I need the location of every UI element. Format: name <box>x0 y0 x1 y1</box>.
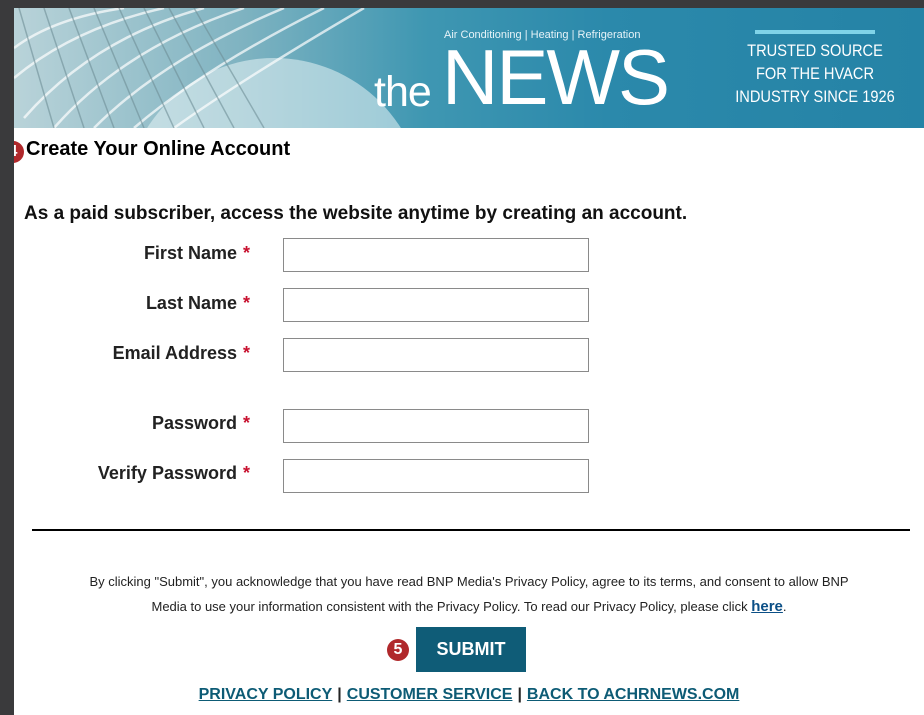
email-address-input[interactable] <box>283 338 589 372</box>
privacy-policy-link[interactable]: PRIVACY POLICY <box>199 686 333 703</box>
password-label: Password * <box>24 413 250 434</box>
footer-links: PRIVACY POLICY | CUSTOMER SERVICE | BACK TO … <box>14 686 924 704</box>
field-label-text: Last Name <box>145 293 237 313</box>
page: Air Conditioning | Heating | Refrigerati… <box>14 8 924 715</box>
page-title: Create Your Online Account <box>26 138 291 160</box>
last-name-label: Last Name * <box>24 293 250 314</box>
trusted-accent-bar <box>755 30 875 34</box>
field-label-text: First Name <box>143 243 237 263</box>
disclaimer-line: Media to use your information consistent… <box>34 594 904 619</box>
intro-text: As a paid subscriber, access the website… <box>24 203 688 224</box>
required-marker: * <box>242 293 250 313</box>
trusted-line: TRUSTED SOURCE <box>747 41 883 60</box>
divider <box>32 529 910 531</box>
field-label-text: Password <box>151 413 237 433</box>
privacy-disclaimer: By clicking "Submit", you acknowledge th… <box>34 569 904 619</box>
disclaimer-line: By clicking "Submit", you acknowledge th… <box>89 574 849 589</box>
privacy-here-link[interactable]: here <box>751 598 783 615</box>
trusted-source-text: TRUSTED SOURCE FOR THE HVACR INDUSTRY SI… <box>733 39 896 108</box>
step-marker-5: 5 <box>387 639 409 661</box>
required-marker: * <box>242 243 250 263</box>
footer-separator: | <box>517 686 522 703</box>
fan-graphic <box>14 8 401 128</box>
back-to-site-link[interactable]: BACK TO ACHRNEWS.COM <box>527 686 739 703</box>
logo-news-text: NEWS <box>442 33 670 121</box>
field-label-text: Verify Password <box>97 463 237 483</box>
site-banner: Air Conditioning | Heating | Refrigerati… <box>14 8 924 128</box>
disclaimer-period: . <box>782 599 787 614</box>
password-input[interactable] <box>283 409 589 443</box>
trusted-line: FOR THE HVACR <box>755 64 875 83</box>
verify-password-label: Verify Password * <box>24 463 250 484</box>
last-name-input[interactable] <box>283 288 589 322</box>
required-marker: * <box>242 343 250 363</box>
verify-password-input[interactable] <box>283 459 589 493</box>
customer-service-link[interactable]: CUSTOMER SERVICE <box>347 686 513 703</box>
first-name-input[interactable] <box>283 238 589 272</box>
first-name-label: First Name * <box>24 243 250 264</box>
field-label-text: Email Address <box>112 343 237 363</box>
trusted-line: INDUSTRY SINCE 1926 <box>735 87 895 106</box>
submit-button[interactable]: SUBMIT <box>416 627 526 672</box>
required-marker: * <box>242 463 250 483</box>
footer-separator: | <box>337 686 342 703</box>
email-address-label: Email Address * <box>24 343 250 364</box>
required-marker: * <box>242 413 250 433</box>
logo-the-text: the <box>374 68 432 116</box>
disclaimer-text: Media to use your information consistent… <box>151 599 748 614</box>
step-marker-4: 4 <box>14 141 24 163</box>
